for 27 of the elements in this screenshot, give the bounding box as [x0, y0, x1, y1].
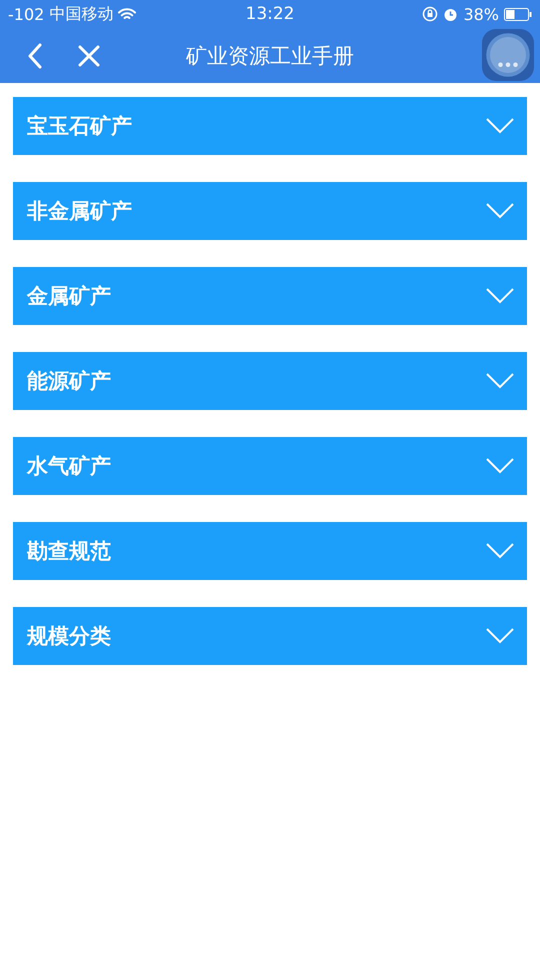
rotation-lock-icon: [422, 6, 438, 22]
chevron-icon: [486, 458, 514, 474]
category-header[interactable]: 规模分类: [13, 607, 527, 665]
battery-icon: [504, 8, 532, 20]
category-header[interactable]: 水气矿产: [13, 437, 527, 495]
chevron-icon: [486, 543, 514, 559]
close-icon: [78, 44, 100, 66]
category-header[interactable]: 宝玉石矿产: [13, 97, 527, 155]
wifi-icon: [118, 8, 136, 20]
chevron-icon: [486, 373, 514, 389]
chevron-icon: [486, 118, 514, 134]
category-header[interactable]: 金属矿产: [13, 267, 527, 325]
carrier-name: 中国移动: [49, 4, 114, 24]
assistive-menu-icon: [484, 31, 532, 79]
chevron-icon: [486, 628, 514, 644]
chevron-icon: [486, 288, 514, 304]
back-icon: [27, 42, 43, 68]
floating-menu-button[interactable]: [482, 29, 534, 81]
category-header[interactable]: 能源矿产: [13, 352, 527, 410]
battery-percentage: 38%: [463, 4, 499, 24]
status-time: 13:22: [246, 4, 294, 24]
category-header[interactable]: 非金属矿产: [13, 182, 527, 240]
signal-strength: -102: [8, 4, 44, 24]
chevron-icon: [486, 203, 514, 219]
alarm-icon: [443, 6, 458, 22]
page-title: 矿业资源工业手册: [186, 42, 354, 70]
category-header[interactable]: 勘查规范: [13, 522, 527, 580]
